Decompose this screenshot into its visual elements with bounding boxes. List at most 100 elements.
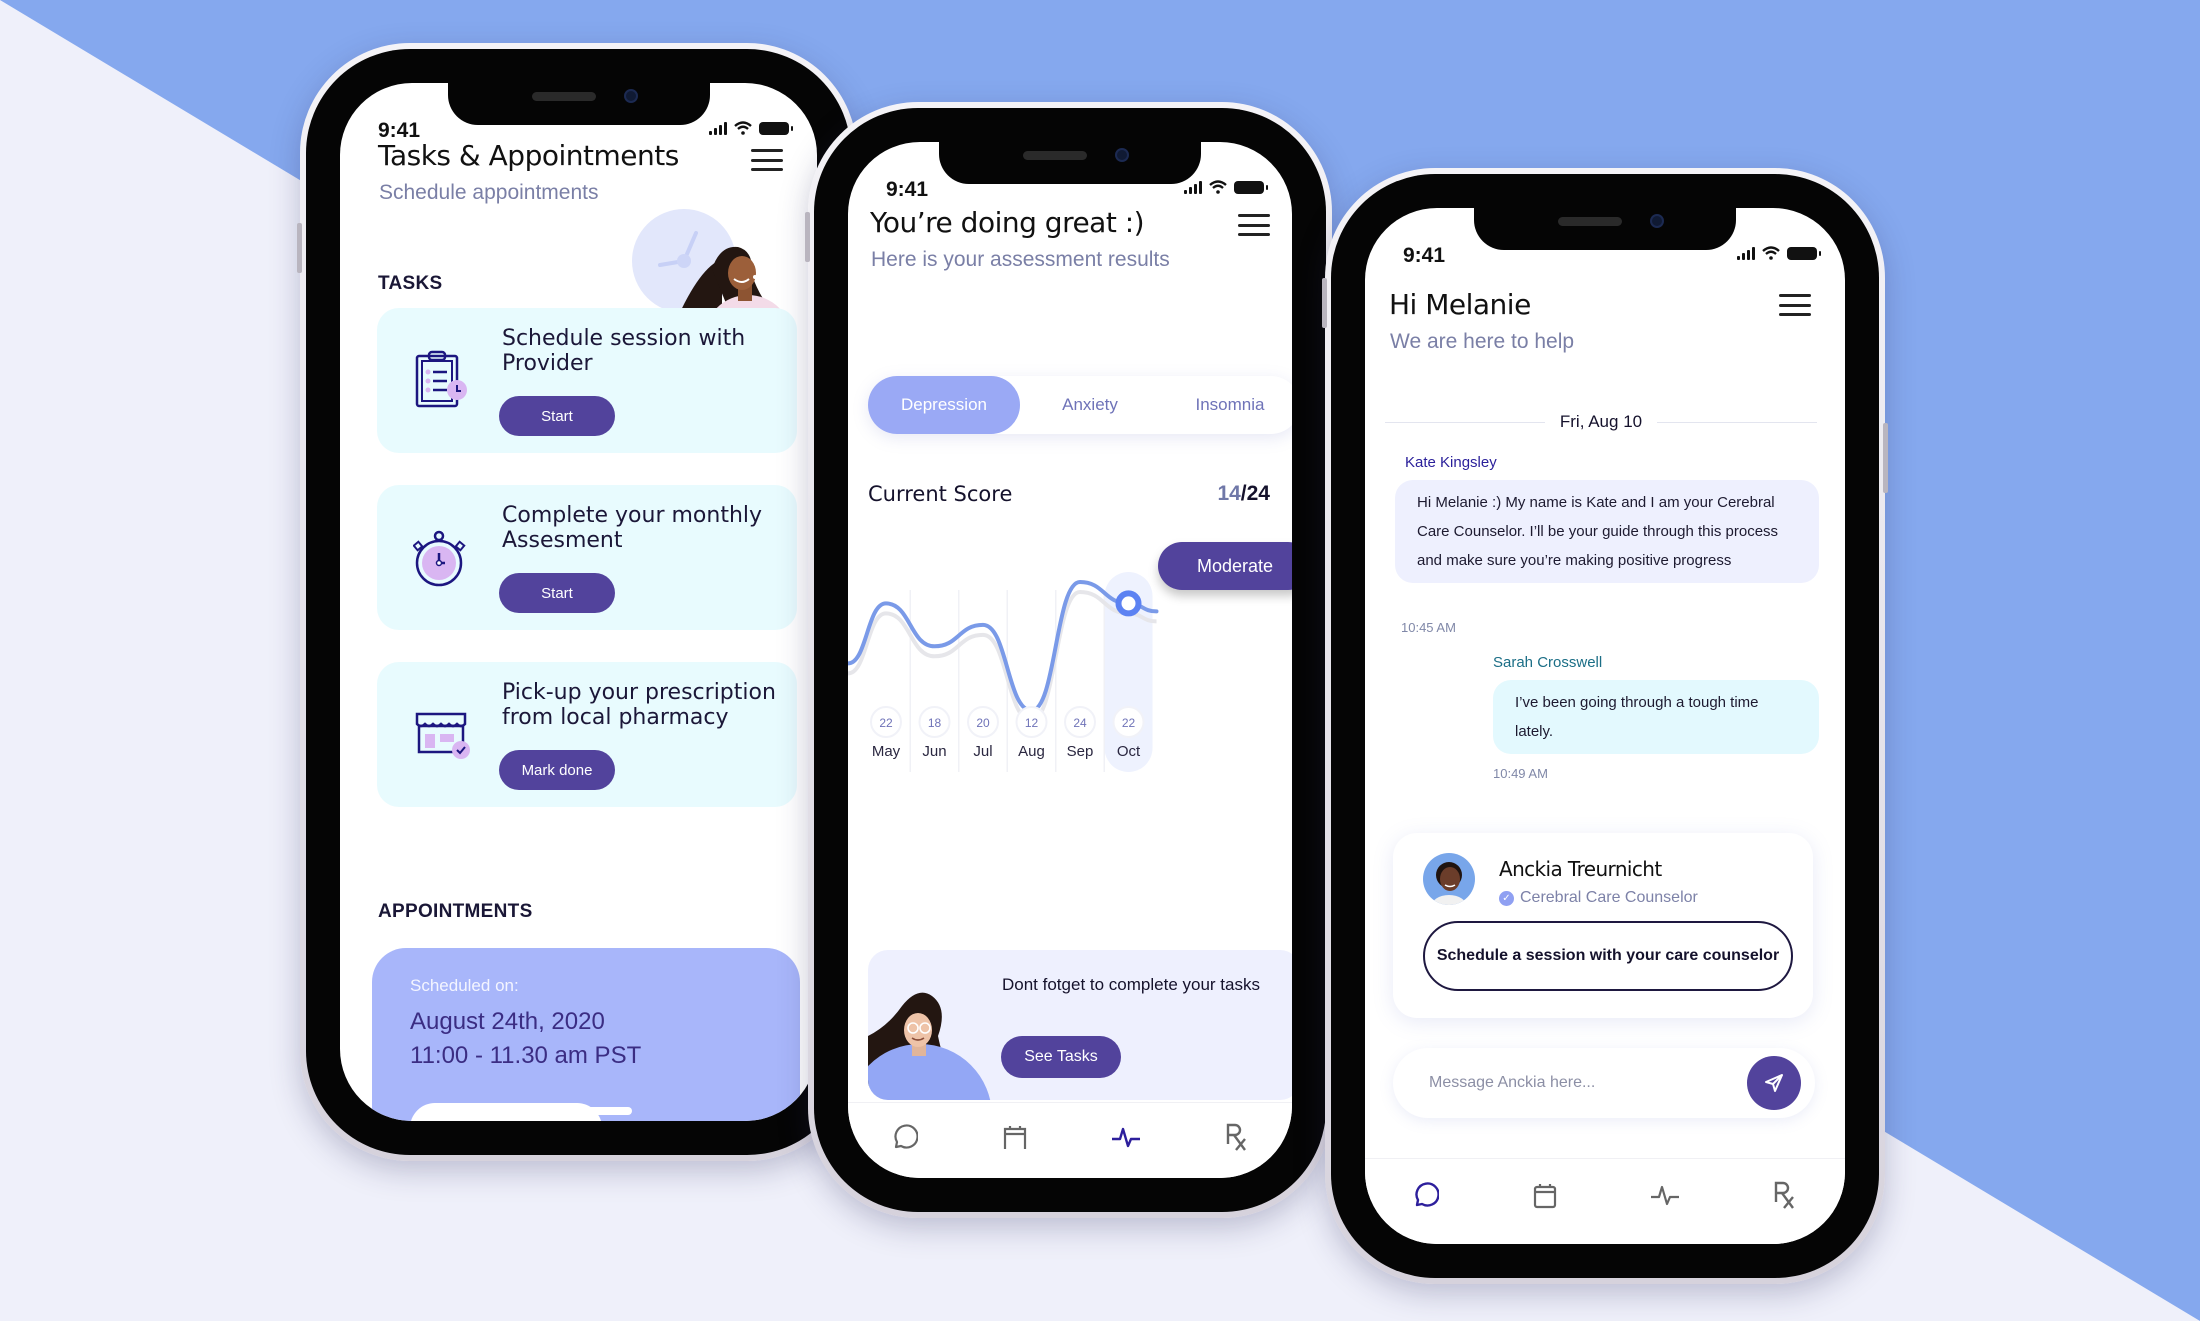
status-icons (1737, 246, 1821, 260)
hamburger-menu-icon[interactable] (1238, 214, 1270, 236)
bottom-tab-bar (1365, 1158, 1845, 1244)
counselor-role-text: Cerebral Care Counselor (1520, 889, 1698, 906)
status-icons (1184, 180, 1268, 194)
screen-chat: 9:41 Hi Melanie We are here to help Fri,… (1365, 208, 1845, 1244)
x-tick-label: Jul (973, 743, 992, 760)
status-icons (709, 121, 793, 135)
mark-done-button[interactable]: Mark done (499, 750, 615, 790)
x-tick-label: Jun (922, 743, 946, 760)
data-label: 22 (879, 716, 893, 730)
x-tick-label: Sep (1067, 743, 1094, 760)
signal-icon (1184, 180, 1202, 194)
message-input[interactable] (1429, 1048, 1729, 1118)
score-line-chart: 22 May 18 Jun 20 Jul 12 Aug 24 Sep 22 Oct (848, 572, 1159, 772)
message-sender: Kate Kingsley (1405, 454, 1497, 471)
tab-chat[interactable] (1405, 1175, 1445, 1215)
tab-anxiety[interactable]: Anxiety (1020, 376, 1160, 434)
schedule-session-button[interactable]: Schedule a session with your care counse… (1423, 921, 1793, 991)
stopwatch-icon (413, 530, 466, 587)
message-composer (1393, 1048, 1815, 1118)
tab-prescriptions[interactable] (1217, 1117, 1257, 1157)
phone-tasks-appointments: 9:41 Tasks & Appointments Schedule appoi… (297, 43, 857, 1161)
data-label: 22 (1122, 716, 1136, 730)
tab-activity[interactable] (1645, 1175, 1685, 1215)
page-title: You’re doing great :) (870, 206, 1145, 239)
battery-icon (759, 121, 793, 135)
counselor-card: Anckia Treurnicht ✓ Cerebral Care Counsel… (1393, 833, 1813, 1018)
task-card: Pick-up your prescription from local pha… (377, 662, 797, 807)
message-timestamp: 10:49 AM (1493, 766, 1548, 781)
tasks-heading: TASKS (378, 273, 443, 294)
page-title: Hi Melanie (1389, 288, 1531, 321)
notch (1474, 208, 1736, 250)
hamburger-menu-icon[interactable] (751, 149, 783, 171)
start-assessment-button[interactable]: Start (499, 573, 615, 613)
send-button[interactable] (1747, 1056, 1801, 1110)
hamburger-menu-icon[interactable] (1779, 294, 1811, 316)
tab-prescriptions[interactable] (1765, 1175, 1805, 1215)
rx-prescription-icon (1226, 1123, 1246, 1151)
activity-pulse-icon (1111, 1127, 1140, 1148)
calendar-icon (1003, 1126, 1026, 1149)
battery-icon (1787, 246, 1821, 260)
x-tick-label: May (872, 743, 901, 760)
message-bubble-received: Hi Melanie :) My name is Kate and I am y… (1395, 480, 1819, 583)
tab-insomnia[interactable]: Insomnia (1160, 376, 1292, 434)
clipboard-clock-icon (415, 350, 467, 408)
tab-chat[interactable] (884, 1117, 924, 1157)
chat-icon (893, 1124, 918, 1149)
scheduled-label: Scheduled on: (410, 976, 519, 995)
avatar (1423, 853, 1475, 905)
screen-tasks: 9:41 Tasks & Appointments Schedule appoi… (340, 83, 817, 1121)
tab-depression[interactable]: Depression (868, 376, 1020, 434)
woman-glasses-illustration (868, 992, 991, 1100)
appointment-time: 11:00 - 11.30 am PST (410, 1042, 642, 1069)
page-title: Tasks & Appointments (378, 139, 679, 172)
task-title: Complete your monthly Assesment (502, 503, 763, 553)
counselor-name: Anckia Treurnicht (1499, 857, 1662, 881)
wifi-icon (1762, 246, 1780, 260)
task-title: Pick-up your prescription from local pha… (502, 680, 776, 730)
tab-calendar[interactable] (995, 1117, 1035, 1157)
tab-calendar[interactable] (1525, 1175, 1565, 1215)
data-label: 20 (976, 716, 990, 730)
task-card: Complete your monthly Assesment Start (377, 485, 797, 630)
severity-badge: Moderate (1158, 542, 1292, 590)
task-title: Schedule session with Provider (502, 326, 746, 376)
data-label: 24 (1073, 716, 1087, 730)
data-label: 18 (928, 716, 942, 730)
selected-point-marker (1115, 590, 1142, 617)
reschedule-button[interactable]: Reschedule Session (410, 1103, 602, 1121)
message-sender: Sarah Crosswell (1493, 654, 1603, 671)
bottom-tab-bar (848, 1102, 1292, 1178)
start-task-button[interactable]: Start (499, 396, 615, 436)
see-tasks-button[interactable]: See Tasks (1001, 1036, 1121, 1078)
signal-icon (709, 121, 727, 135)
page-subtitle: We are here to help (1390, 330, 1575, 353)
activity-pulse-icon (1651, 1185, 1679, 1206)
current-score-value: 14/24 (1217, 482, 1270, 506)
message-bubble-sent: I’ve been going through a tough time lat… (1493, 680, 1819, 754)
status-time: 9:41 (1403, 244, 1446, 267)
rx-prescription-icon (1774, 1181, 1794, 1209)
task-card: Schedule session with Provider Start (377, 308, 797, 453)
appointment-date: August 24th, 2020 (410, 1008, 605, 1035)
phone-assessment-results: 9:41 You’re doing great :) Here is your … (805, 102, 1335, 1218)
reminder-card: Dont fotget to complete your tasks See T… (868, 950, 1292, 1100)
notch (939, 142, 1201, 184)
verified-check-icon: ✓ (1499, 890, 1514, 906)
status-time: 9:41 (886, 178, 929, 201)
appointments-heading: APPOINTMENTS (378, 901, 533, 922)
signal-icon (1737, 246, 1755, 260)
chat-icon (1415, 1182, 1439, 1207)
wifi-icon (1209, 180, 1227, 194)
x-tick-label: Aug (1018, 743, 1045, 760)
tab-activity[interactable] (1106, 1117, 1146, 1157)
phone-chat: 9:41 Hi Melanie We are here to help Fri,… (1322, 168, 1888, 1284)
send-icon (1765, 1074, 1783, 1092)
battery-icon (1234, 180, 1268, 194)
calendar-icon (1533, 1184, 1557, 1209)
notch (447, 83, 710, 125)
score-total: /24 (1240, 482, 1270, 505)
page-subtitle: Here is your assessment results (871, 248, 1170, 271)
